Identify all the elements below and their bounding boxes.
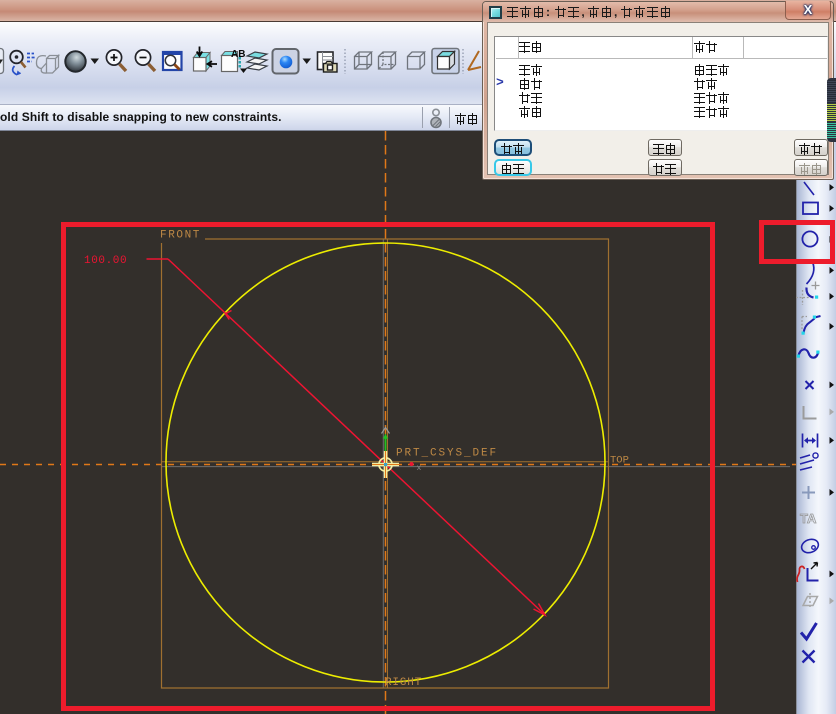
svg-text:TOP: TOP <box>610 455 629 467</box>
svg-text:x: x <box>417 464 422 473</box>
svg-text:PRT_CSYS_DEF: PRT_CSYS_DEF <box>396 448 498 460</box>
svg-text:AB: AB <box>231 49 245 60</box>
svg-text:100.00: 100.00 <box>84 255 127 267</box>
svg-text:FRONT: FRONT <box>160 230 201 242</box>
svg-text:TA: TA <box>800 511 817 526</box>
svg-text:RIGHT: RIGHT <box>385 677 422 689</box>
